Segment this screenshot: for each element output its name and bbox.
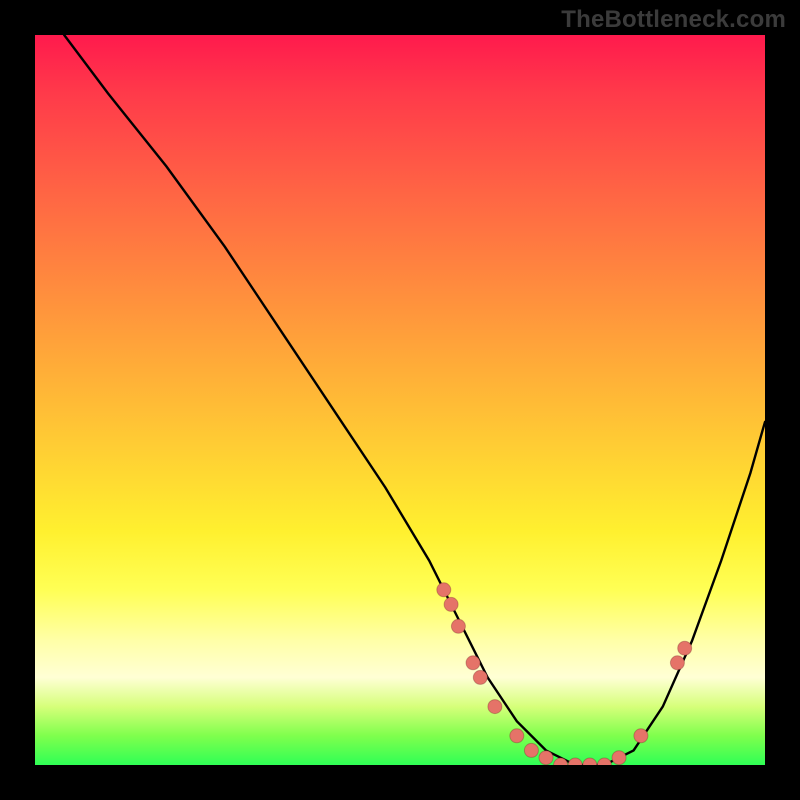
highlighted-point	[670, 656, 684, 670]
highlighted-point	[568, 758, 582, 765]
highlighted-point	[539, 751, 553, 765]
highlighted-point	[583, 758, 597, 765]
highlighted-point	[612, 751, 626, 765]
highlighted-point	[634, 729, 648, 743]
highlighted-point	[510, 729, 524, 743]
highlighted-point	[444, 597, 458, 611]
highlighted-point	[466, 656, 480, 670]
chart-overlay	[35, 35, 765, 765]
highlighted-point	[473, 670, 487, 684]
bottleneck-curve	[64, 35, 765, 765]
highlighted-point	[597, 758, 611, 765]
highlighted-points-group	[437, 583, 692, 765]
chart-frame: TheBottleneck.com	[0, 0, 800, 800]
highlighted-point	[488, 700, 502, 714]
highlighted-point	[678, 641, 692, 655]
highlighted-point	[451, 619, 465, 633]
watermark-text: TheBottleneck.com	[561, 6, 786, 34]
plot-area	[35, 35, 765, 765]
highlighted-point	[437, 583, 451, 597]
highlighted-point	[524, 743, 538, 757]
